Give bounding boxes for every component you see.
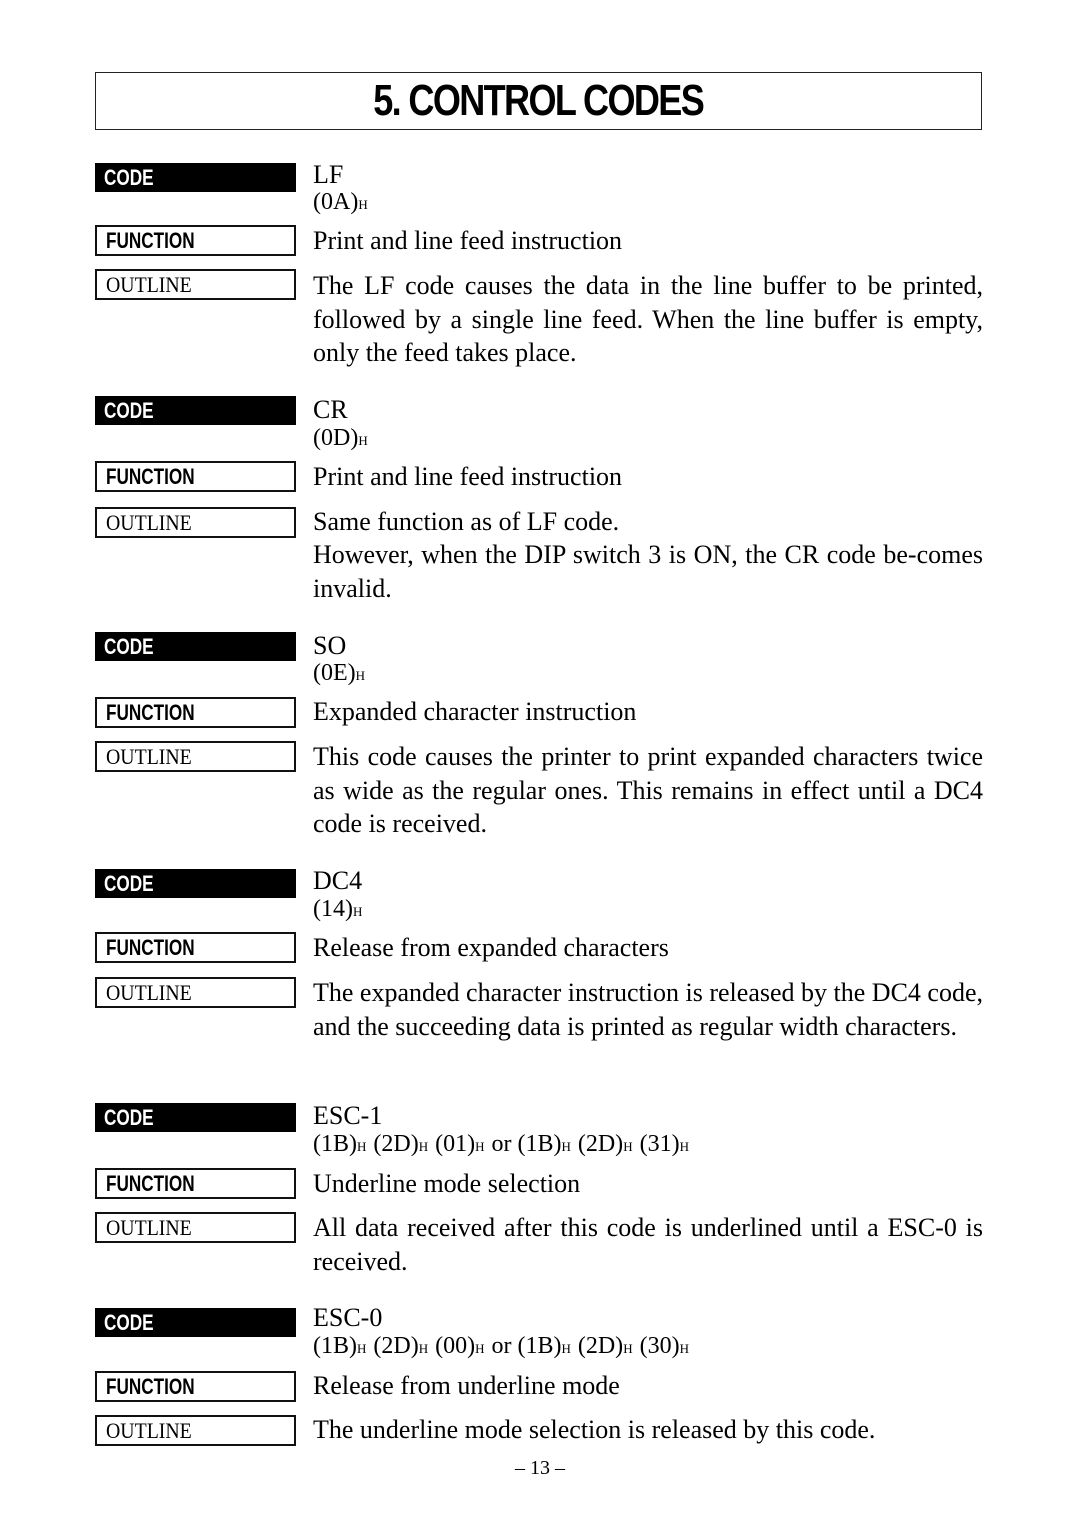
function-label: FUNCTION: [95, 1168, 296, 1199]
outline-label: OUTLINE: [95, 1212, 296, 1243]
code-name: ESC-1: [313, 1101, 383, 1130]
outline-label: OUTLINE: [95, 269, 296, 300]
function-label-text: FUNCTION: [106, 227, 195, 253]
code-hex: (1B)H (2D)H (00)H or (1B)H (2D)H (30)H: [313, 1333, 689, 1359]
code-label-text: CODE: [104, 1104, 154, 1130]
function-text: Print and line feed instruction: [313, 226, 623, 255]
outline-label: OUTLINE: [95, 741, 296, 772]
outline-label: OUTLINE: [95, 507, 296, 538]
function-label-text: FUNCTION: [106, 1170, 195, 1196]
code-label: CODE: [95, 869, 296, 898]
code-name: CR: [313, 395, 348, 424]
code-name: DC4: [313, 866, 363, 895]
outline-label: OUTLINE: [95, 977, 296, 1008]
code-name: ESC-0: [313, 1303, 383, 1332]
function-label: FUNCTION: [95, 461, 296, 492]
page-title-box: 5. CONTROL CODES: [95, 72, 982, 130]
code-label: CODE: [95, 396, 296, 425]
function-text: Release from expanded characters: [313, 933, 669, 962]
code-label-text: CODE: [104, 164, 154, 190]
outline-text: The expanded character instruction is re…: [313, 978, 983, 1041]
outline-label-text: OUTLINE: [106, 743, 192, 769]
outline-label-text: OUTLINE: [106, 1417, 192, 1443]
outline-text: All data received after this code is und…: [313, 1213, 983, 1276]
code-label: CODE: [95, 632, 296, 661]
code-hex: (14)H: [313, 896, 363, 922]
outline-text: However, when the DIP switch 3 is ON, th…: [313, 540, 983, 603]
outline-label-text: OUTLINE: [106, 979, 192, 1005]
function-label: FUNCTION: [95, 1371, 296, 1402]
function-label: FUNCTION: [95, 225, 296, 256]
code-label: CODE: [95, 1103, 296, 1132]
page-title: 5. CONTROL CODES: [373, 76, 706, 125]
code-label-text: CODE: [104, 870, 154, 896]
page-number: – 13 –: [515, 1457, 565, 1479]
outline-label: OUTLINE: [95, 1415, 296, 1446]
code-hex: (0E)H: [313, 660, 366, 686]
function-label-text: FUNCTION: [106, 699, 195, 725]
code-label: CODE: [95, 163, 296, 192]
code-name: SO: [313, 631, 347, 660]
function-label-text: FUNCTION: [106, 934, 195, 960]
code-label: CODE: [95, 1308, 296, 1337]
code-hex: (0A)H: [313, 189, 368, 215]
outline-label-text: OUTLINE: [106, 509, 192, 535]
function-label: FUNCTION: [95, 697, 296, 728]
code-hex: (0D)H: [313, 425, 368, 451]
outline-text: This code causes the printer to print ex…: [313, 742, 983, 838]
function-label: FUNCTION: [95, 932, 296, 963]
outline-text: The LF code causes the data in the line …: [313, 271, 983, 367]
code-hex: (1B)H (2D)H (01)H or (1B)H (2D)H (31)H: [313, 1131, 689, 1157]
code-name: LF: [313, 160, 344, 189]
outline-text: Same function as of LF code.: [313, 507, 620, 536]
function-text: Underline mode selection: [313, 1169, 581, 1198]
outline-text: The underline mode selection is released…: [313, 1415, 876, 1444]
function-label-text: FUNCTION: [106, 463, 195, 489]
function-text: Release from underline mode: [313, 1371, 620, 1400]
function-label-text: FUNCTION: [106, 1373, 195, 1399]
outline-label-text: OUTLINE: [106, 1214, 192, 1240]
function-text: Print and line feed instruction: [313, 462, 623, 491]
function-text: Expanded character instruction: [313, 697, 637, 726]
code-label-text: CODE: [104, 1309, 154, 1335]
outline-label-text: OUTLINE: [106, 271, 192, 297]
code-label-text: CODE: [104, 397, 154, 423]
code-label-text: CODE: [104, 633, 154, 659]
